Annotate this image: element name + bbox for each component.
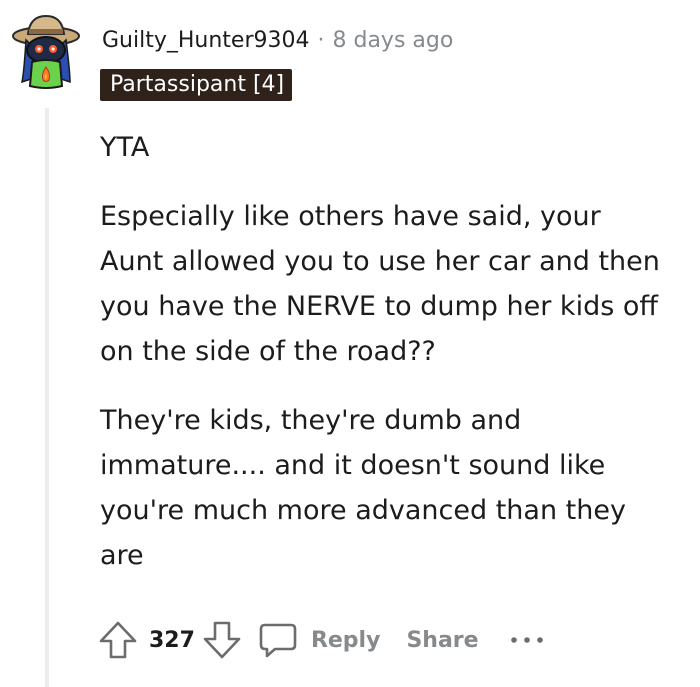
comment: Guilty_Hunter9304 · 8 days ago Partassip… — [0, 0, 700, 687]
comment-paragraph: They're kids, they're dumb and immature.… — [100, 405, 626, 571]
vote-count: 327 — [149, 627, 195, 653]
comment-paragraph: YTA — [100, 132, 150, 163]
timestamp[interactable]: 8 days ago — [333, 26, 454, 56]
comment-paragraph: Especially like others have said, your A… — [100, 201, 660, 367]
speech-bubble-icon — [257, 619, 299, 661]
comment-meta: Guilty_Hunter9304 · 8 days ago — [102, 26, 453, 56]
user-flair: Partassipant [4] — [100, 69, 293, 101]
upvote-arrow-icon[interactable] — [97, 619, 139, 661]
thread-line[interactable] — [45, 108, 49, 687]
snoo-avatar-icon[interactable] — [12, 12, 82, 92]
ellipsis-icon[interactable] — [509, 633, 545, 647]
comment-actions: 327 Reply Share — [97, 616, 545, 664]
downvote-arrow-icon[interactable] — [201, 619, 243, 661]
meta-separator: · — [317, 28, 325, 53]
share-button[interactable]: Share — [406, 628, 478, 653]
reply-label: Reply — [310, 627, 381, 653]
reply-button[interactable]: Reply — [257, 619, 381, 661]
username-link[interactable]: Guilty_Hunter9304 — [102, 26, 310, 56]
comment-body: YTA Especially like others have said, yo… — [100, 125, 660, 602]
